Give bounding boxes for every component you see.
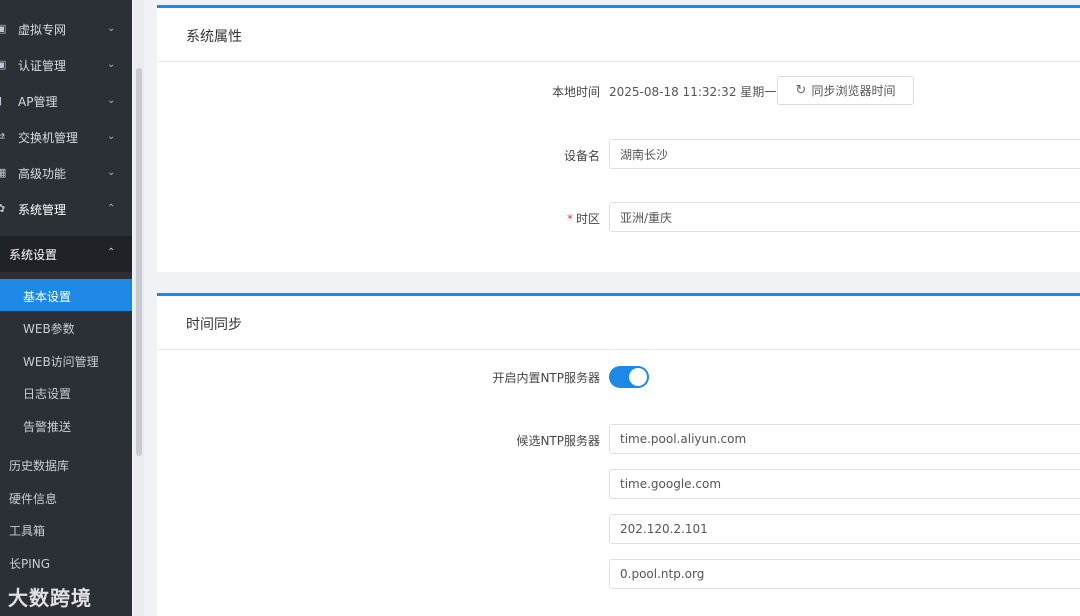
vpn-icon: ▣ [0,22,7,35]
panel-title: 系统属性 [186,29,242,45]
refresh-icon: ↻ [795,83,807,98]
sidebar-item-history-db[interactable]: 历史数据库 [0,448,132,480]
sidebar-group-label: 高级功能 [18,166,67,181]
chevron-up-icon: ⌃ [107,203,116,214]
sidebar: ▣ 虚拟专网 ⌄ ▣ 认证管理 ⌄ ▮ AP管理 ⌄ ⇄ 交换机管理 ⌄ ▦ 高… [0,0,132,616]
sidebar-group-label: 系统管理 [18,202,67,217]
ntp-enable-label: 开启内置NTP服务器 [492,371,600,385]
ntp-server-input-2[interactable]: time.google.com [609,469,1080,499]
chevron-down-icon: ⌄ [107,131,116,142]
sidebar-item-label: WEB参数 [23,322,75,336]
ntp-server-value: time.google.com [620,477,722,491]
sidebar-group-system[interactable]: ✿ 系统管理 ⌃ [0,191,132,227]
sidebar-group-label: 交换机管理 [18,130,79,145]
ntp-server-value: 202.120.2.101 [620,522,708,536]
sidebar-item-label: 硬件信息 [9,492,58,506]
sidebar-scrollbar[interactable] [136,68,142,456]
ntp-enable-toggle[interactable] [609,366,649,388]
sidebar-group-advanced[interactable]: ▦ 高级功能 ⌄ [0,155,132,191]
chevron-up-icon: ⌃ [107,247,116,258]
sidebar-item-basic-settings[interactable]: 基本设置 [0,279,132,311]
divider [157,61,1080,62]
device-name-value: 湖南长沙 [620,147,669,162]
chevron-down-icon: ⌄ [107,167,116,178]
ntp-server-input-3[interactable]: 202.120.2.101 [609,514,1080,544]
ntp-server-input-4[interactable]: 0.pool.ntp.org [609,559,1080,589]
sidebar-subgroup-label: 系统设置 [9,248,58,262]
ntp-server-value: 0.pool.ntp.org [620,567,705,581]
sidebar-item-web-params[interactable]: WEB参数 [0,311,132,343]
sidebar-item-label: 告警推送 [23,420,72,434]
sidebar-group-ap[interactable]: ▮ AP管理 ⌄ [0,83,132,119]
sidebar-item-label: 长PING [9,557,51,571]
ap-icon: ▮ [0,95,8,107]
sidebar-group-switch[interactable]: ⇄ 交换机管理 ⌄ [0,119,132,155]
sidebar-item-toolbox[interactable]: 工具箱 [0,513,132,545]
sidebar-item-label: 基本设置 [23,290,72,304]
timezone-select[interactable]: 亚洲/重庆 [609,202,1080,232]
sync-button-label: 同步浏览器时间 [811,84,896,98]
time-sync-panel: 时间同步 开启内置NTP服务器 候选NTP服务器 time.pool.aliyu… [157,293,1080,616]
timezone-value: 亚洲/重庆 [620,210,673,225]
sidebar-group-label: 认证管理 [18,58,67,73]
sidebar-item-label: WEB访问管理 [23,355,99,369]
ntp-server-value: time.pool.aliyun.com [620,432,747,446]
watermark: 大数跨境 [8,586,92,610]
chevron-down-icon: ⌄ [107,59,116,70]
ntp-servers-label: 候选NTP服务器 [516,434,600,448]
sidebar-item-label: 工具箱 [9,524,46,538]
divider [157,349,1080,350]
sidebar-group-auth[interactable]: ▣ 认证管理 ⌄ [0,47,132,83]
local-time-value: 2025-08-18 11:32:32 星期一 [609,85,777,99]
toggle-knob [629,368,647,386]
sidebar-group-vpn[interactable]: ▣ 虚拟专网 ⌄ [0,11,132,47]
switch-icon: ⇄ [0,130,6,143]
timezone-label-text: 时区 [575,212,600,226]
sidebar-item-long-ping[interactable]: 长PING [0,546,132,578]
chevron-down-icon: ⌄ [107,95,116,106]
panel-title: 时间同步 [186,317,242,333]
system-properties-panel: 系统属性 本地时间 2025-08-18 11:32:32 星期一 ↻ 同步浏览… [157,5,1080,272]
device-name-input[interactable]: 湖南长沙 [609,139,1080,169]
sidebar-subgroup-system-settings[interactable]: 系统设置 ⌃ [0,236,132,272]
sidebar-group-label: AP管理 [18,94,58,109]
gear-icon: ✿ [0,202,6,215]
auth-icon: ▣ [0,58,7,71]
sync-browser-time-button[interactable]: ↻ 同步浏览器时间 [777,76,914,105]
sidebar-item-label: 日志设置 [23,387,72,401]
local-time-label: 本地时间 [551,85,600,99]
ntp-server-input-1[interactable]: time.pool.aliyun.com [609,424,1080,454]
device-name-label: 设备名 [563,149,600,163]
required-marker: * [566,212,573,226]
sidebar-item-hardware-info[interactable]: 硬件信息 [0,481,132,513]
sidebar-item-alert-push[interactable]: 告警推送 [0,409,132,441]
sidebar-group-label: 虚拟专网 [18,22,67,37]
timezone-label: * 时区 [400,210,600,227]
sidebar-item-label: 历史数据库 [9,459,70,473]
sidebar-item-web-access[interactable]: WEB访问管理 [0,344,132,376]
chevron-down-icon: ⌄ [107,23,116,34]
sidebar-item-log-settings[interactable]: 日志设置 [0,376,132,408]
advanced-icon: ▦ [0,166,7,179]
